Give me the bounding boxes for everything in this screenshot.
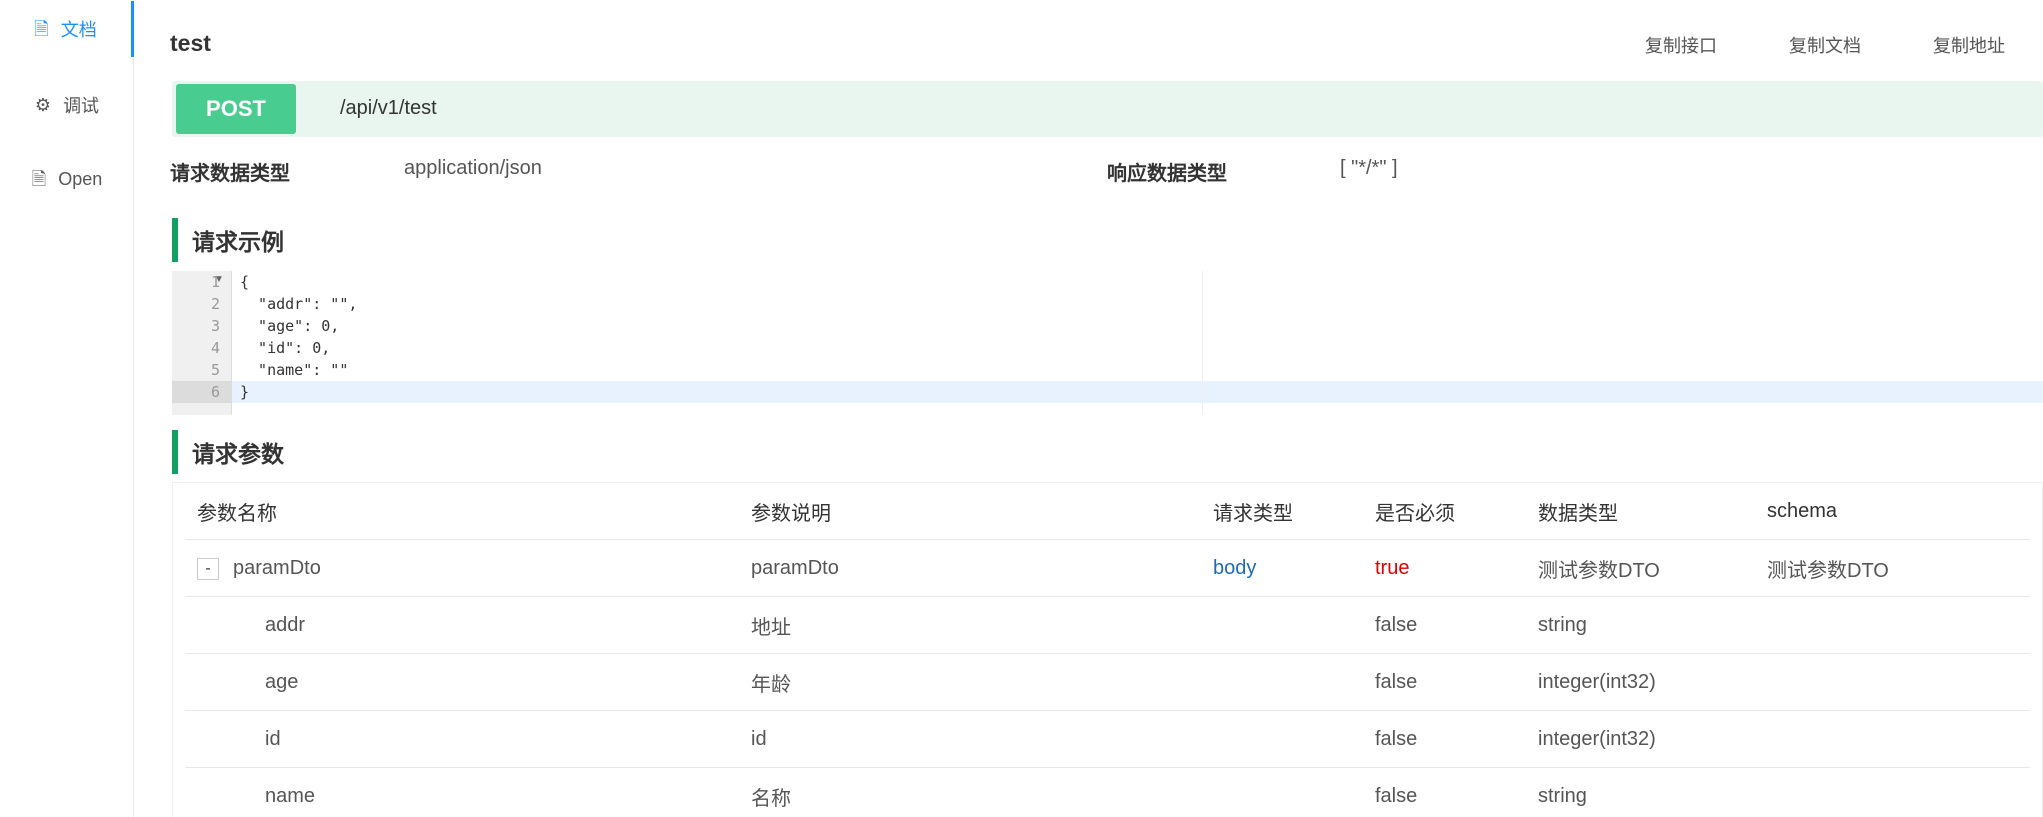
- sidebar-item-label: 文档: [60, 20, 97, 40]
- code-line: }: [240, 383, 250, 401]
- endpoint-path: /api/v1/test: [340, 97, 437, 119]
- column-header: 数据类型: [1538, 503, 1618, 525]
- param-name: name: [265, 785, 316, 807]
- code-line: "name": "": [240, 361, 349, 379]
- line-number: 4: [210, 339, 220, 357]
- table-row: - paramDto paramDto body true 测试参数DTO 测试…: [185, 540, 2030, 597]
- sidebar-item-label: 调试: [63, 96, 100, 116]
- column-header: 是否必须: [1375, 503, 1455, 525]
- response-content-type-value: [ "*/*" ]: [1340, 157, 1398, 179]
- request-params-title: 请求参数: [172, 430, 284, 474]
- code-line: "addr": "",: [240, 295, 358, 313]
- param-desc: 年龄: [751, 674, 791, 696]
- param-schema: 测试参数DTO: [1767, 560, 1889, 582]
- code-line: "id": 0,: [240, 339, 331, 357]
- copy-api-button[interactable]: 复制接口: [1645, 32, 1717, 58]
- line-number: 3: [210, 317, 220, 335]
- table-header: 参数名称 参数说明 请求类型 是否必须 数据类型 schema: [185, 483, 2030, 540]
- params-table: 参数名称 参数说明 请求类型 是否必须 数据类型 schema - paramD…: [172, 482, 2043, 817]
- param-name: id: [265, 728, 281, 750]
- table-row: name 名称 false string: [185, 768, 2030, 817]
- sidebar-item-label: Open: [58, 168, 103, 189]
- request-content-type-value: application/json: [404, 157, 542, 179]
- bug-icon: ⚙: [34, 95, 52, 115]
- param-type: string: [1538, 614, 1587, 636]
- active-line-gutter: [172, 381, 232, 403]
- line-number: 2: [210, 295, 220, 313]
- sidebar: 🗎 文档 ⚙ 调试 🗎 Open: [0, 0, 134, 817]
- param-type: integer(int32): [1538, 671, 1656, 693]
- param-type: integer(int32): [1538, 728, 1656, 750]
- print-margin: [1202, 271, 1203, 415]
- column-header: 参数说明: [751, 503, 831, 525]
- active-line-highlight: [232, 381, 2043, 403]
- param-required: true: [1375, 557, 1410, 579]
- page-title: test: [170, 30, 211, 56]
- code-line: "age": 0,: [240, 317, 340, 335]
- param-type: 测试参数DTO: [1538, 560, 1660, 582]
- copy-url-button[interactable]: 复制地址: [1933, 32, 2005, 58]
- param-name: age: [265, 671, 299, 693]
- line-number: 5: [210, 361, 220, 379]
- line-number: 1: [210, 273, 220, 291]
- top-actions: 复制接口 复制文档 复制地址: [1645, 32, 2005, 58]
- document-icon: 🗎: [34, 19, 49, 39]
- param-required: false: [1375, 728, 1418, 750]
- main-content: test 复制接口 复制文档 复制地址 POST /api/v1/test 请求…: [134, 0, 2043, 817]
- table-row: age 年龄 false integer(int32): [185, 654, 2030, 711]
- param-required: false: [1375, 671, 1418, 693]
- table-row: addr 地址 false string: [185, 597, 2030, 654]
- collapse-toggle-button[interactable]: -: [197, 557, 219, 580]
- param-name: paramDto: [233, 557, 321, 579]
- column-header: 请求类型: [1213, 503, 1293, 525]
- table-row: id id false integer(int32): [185, 711, 2030, 768]
- response-content-type-label: 响应数据类型: [1107, 163, 1227, 185]
- sidebar-item-debug[interactable]: ⚙ 调试: [0, 77, 134, 133]
- param-name: addr: [265, 614, 306, 636]
- param-required: false: [1375, 785, 1418, 807]
- method-badge: POST: [176, 84, 296, 134]
- sidebar-item-open[interactable]: 🗎 Open: [0, 151, 134, 207]
- param-desc: paramDto: [751, 557, 839, 579]
- param-desc: id: [751, 728, 767, 750]
- line-number: 6: [210, 383, 220, 401]
- param-desc: 地址: [751, 617, 791, 639]
- param-in: body: [1213, 557, 1257, 579]
- param-type: string: [1538, 785, 1587, 807]
- code-editor[interactable]: ▼ 1 2 3 4 5 6 { "addr": "", "age": 0, "i…: [172, 271, 2043, 415]
- code-line: {: [240, 273, 250, 291]
- sidebar-item-docs[interactable]: 🗎 文档: [0, 1, 134, 57]
- param-required: false: [1375, 614, 1418, 636]
- column-header: schema: [1767, 500, 1838, 522]
- request-example-title: 请求示例: [172, 218, 284, 262]
- request-content-type-label: 请求数据类型: [170, 163, 290, 185]
- param-name-cell: - paramDto: [197, 540, 321, 597]
- response-content-type: 响应数据类型 [ "*/*" ]: [1107, 157, 1398, 186]
- param-desc: 名称: [751, 788, 791, 810]
- copy-doc-button[interactable]: 复制文档: [1789, 32, 1861, 58]
- column-header: 参数名称: [197, 503, 277, 525]
- request-content-type: 请求数据类型 application/json: [170, 157, 542, 186]
- endpoint-bar: POST /api/v1/test: [172, 81, 2043, 137]
- file-icon: 🗎: [31, 169, 47, 189]
